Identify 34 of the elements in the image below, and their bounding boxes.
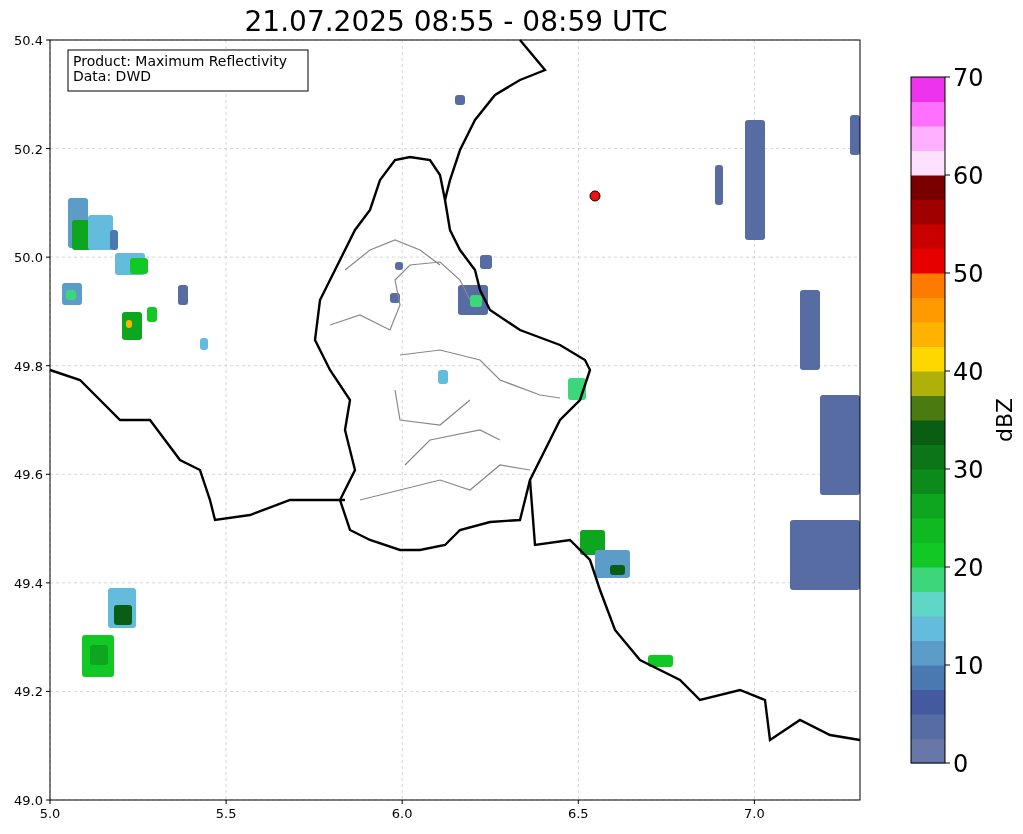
colorbar-tick-label: 40	[953, 358, 984, 386]
radar-echo	[108, 588, 136, 628]
location-marker	[589, 190, 601, 202]
chart-title: 21.07.2025 08:55 - 08:59 UTC	[244, 5, 668, 38]
y-axis-label: 49.6	[14, 467, 43, 483]
x-axis-label: 6.0	[391, 806, 413, 821]
y-axis-label: 50.4	[14, 33, 43, 48]
radar-echo	[68, 198, 118, 250]
colorbar-tick-label: 60	[953, 162, 984, 190]
colorbar-tick-label: 10	[953, 652, 984, 680]
y-axis-label: 50.0	[14, 250, 43, 266]
colorbar-label: dBZ	[992, 397, 1017, 443]
radar-echo	[62, 283, 82, 305]
radar-echo	[648, 655, 673, 667]
x-axis-label: 5.0	[39, 806, 61, 821]
colorbar-tick-label: 30	[953, 456, 984, 484]
radar-echo	[568, 378, 586, 400]
x-axis-label: 7.0	[744, 806, 765, 821]
y-axis-label: 49.2	[14, 684, 43, 700]
y-axis-label: 49.0	[14, 793, 43, 808]
radar-echo	[580, 530, 630, 578]
radar-echo	[115, 253, 148, 275]
colorbar-tick-label: 50	[953, 260, 984, 288]
colorbar-tick-label: 20	[953, 554, 984, 582]
colorbar-tick-label: 70	[953, 64, 984, 92]
colorbar-tick-label: 0	[953, 750, 969, 778]
x-axis-label: 6.5	[567, 806, 589, 821]
y-axis-label: 49.8	[14, 358, 43, 374]
info-text: Data: DWD	[73, 68, 151, 84]
y-axis-label: 50.2	[14, 141, 43, 157]
radar-echo	[82, 635, 114, 677]
info-text: Product: Maximum Reflectivity	[73, 53, 287, 69]
x-axis-label: 5.5	[215, 806, 237, 821]
y-axis-label: 49.4	[14, 575, 43, 591]
